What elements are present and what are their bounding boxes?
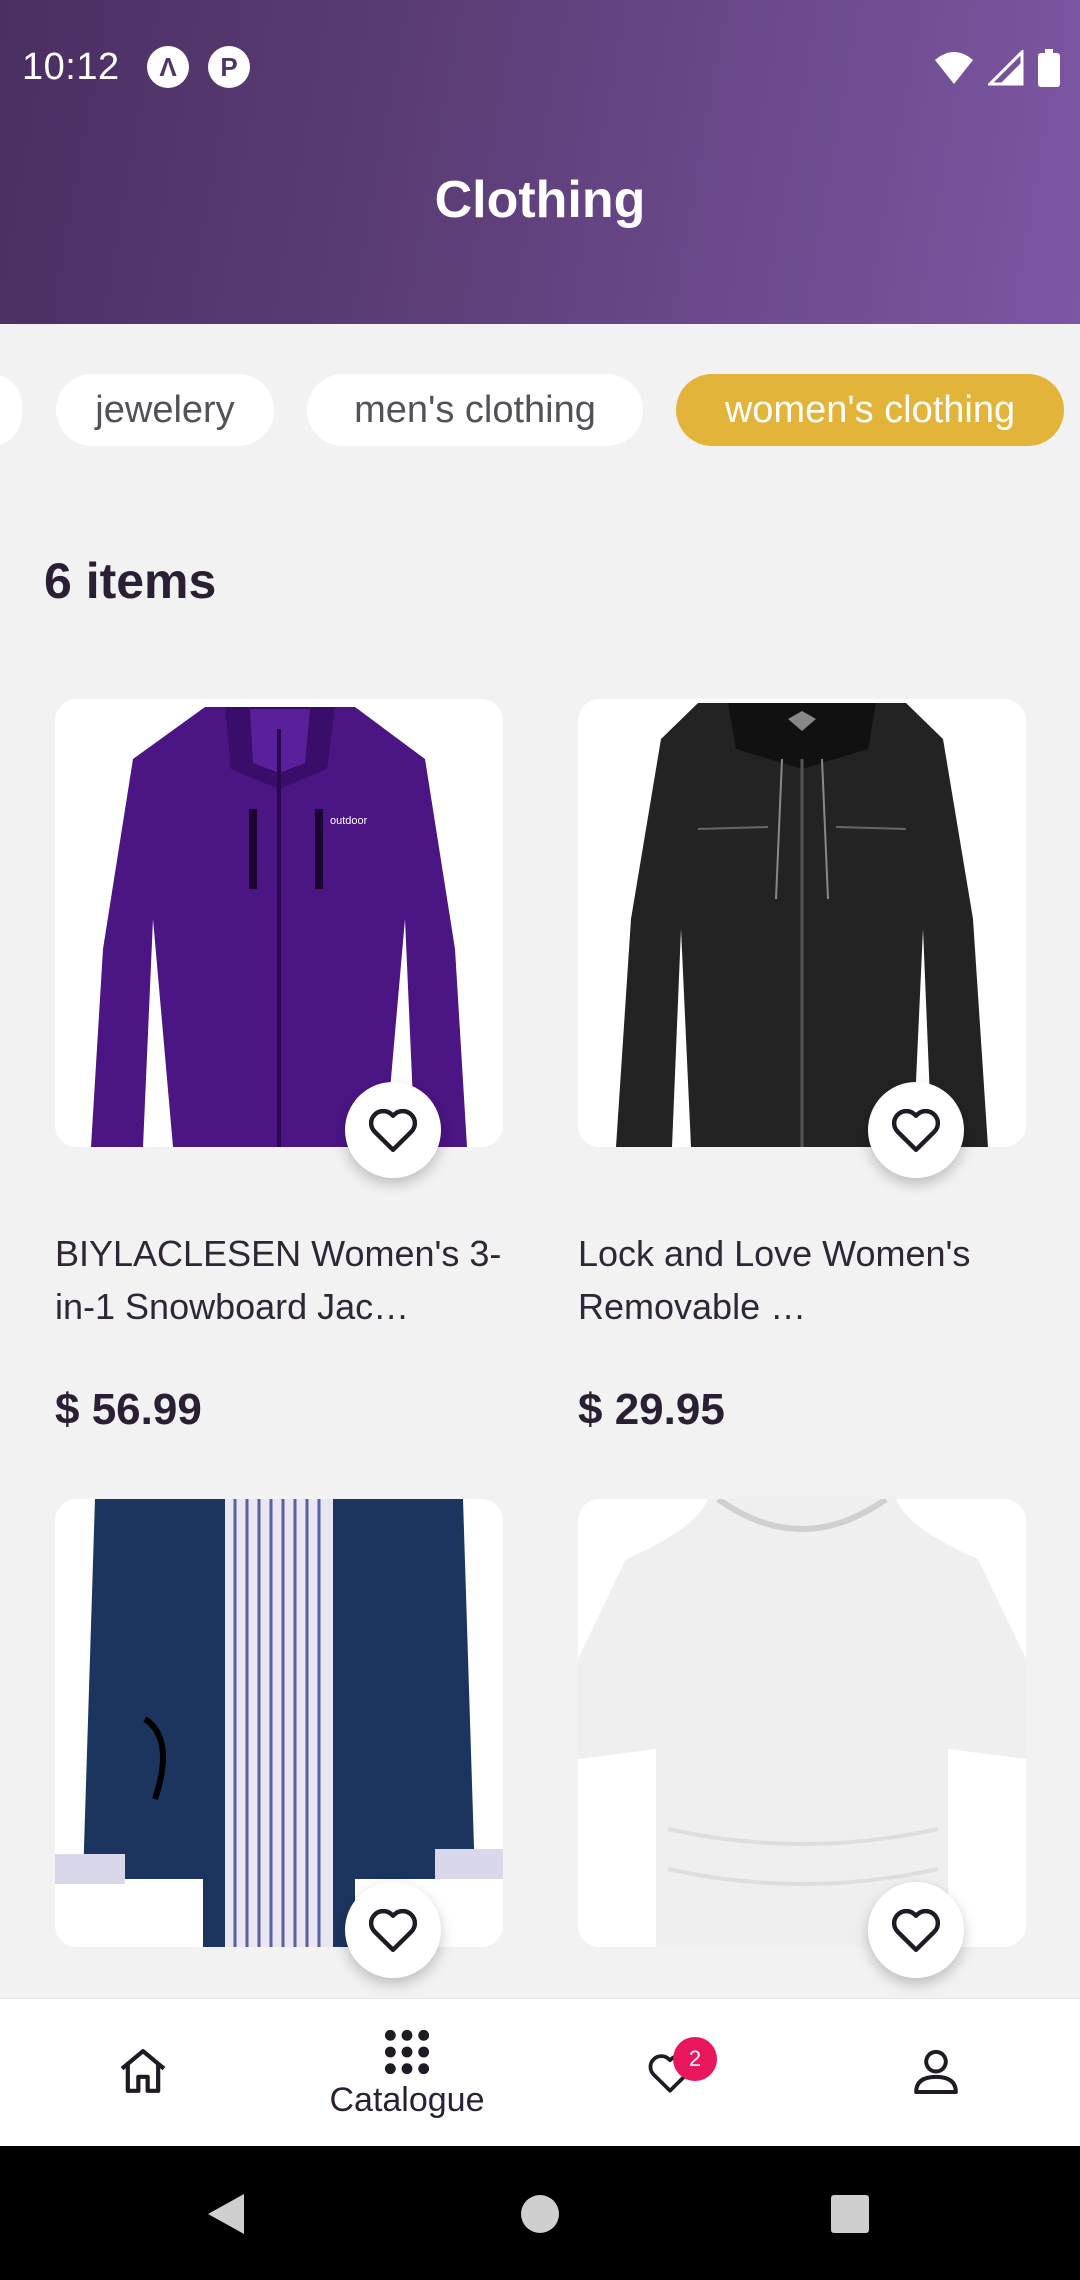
category-chip-womens-clothing-selected[interactable]: women's clothing	[676, 374, 1064, 446]
page-title: Clothing	[434, 171, 646, 229]
category-chip-mens-clothing[interactable]: men's clothing	[307, 374, 643, 446]
back-triangle-icon	[208, 2194, 244, 2234]
system-recents-button[interactable]	[810, 2174, 890, 2254]
product-image[interactable]	[55, 1499, 503, 1947]
cellular-signal-icon	[988, 50, 1024, 86]
product-name[interactable]: Lock and Love Women's Removable …	[578, 1227, 1026, 1333]
nav-favorites[interactable]: 2	[570, 1999, 770, 2147]
category-chip-list[interactable]: jewelery men's clothing women's clothing	[0, 374, 1080, 446]
results-count: 6 items	[44, 553, 217, 609]
category-chip-jewelery[interactable]: jewelery	[56, 374, 274, 446]
status-bar: 10:12 Λ P	[0, 0, 1080, 140]
battery-icon	[1038, 49, 1060, 87]
heart-outline-icon	[891, 1908, 941, 1953]
system-back-button[interactable]	[186, 2174, 266, 2254]
category-chip[interactable]	[0, 374, 22, 446]
product-image[interactable]: outdoor	[55, 699, 503, 1147]
system-navigation-bar	[0, 2146, 1080, 2280]
app-header: 10:12 Λ P Clothing	[0, 0, 1080, 324]
status-time: 10:12	[22, 46, 120, 88]
system-home-button[interactable]	[500, 2174, 580, 2254]
favorite-button[interactable]	[868, 1882, 964, 1978]
nav-profile[interactable]	[836, 1999, 1036, 2147]
nav-home[interactable]	[43, 1999, 243, 2147]
bottom-navigation: Catalogue 2	[0, 1998, 1080, 2146]
nav-catalogue-label: Catalogue	[329, 2080, 485, 2119]
purple-jacket-image: outdoor	[55, 699, 503, 1147]
heart-outline-icon	[368, 1908, 418, 1953]
white-top-image	[578, 1499, 1026, 1947]
heart-outline-icon	[368, 1108, 418, 1153]
favorite-button[interactable]	[868, 1082, 964, 1178]
product-name[interactable]: BIYLACLESEN Women's 3-in-1 Snowboard Jac…	[55, 1227, 503, 1333]
black-leather-jacket-image	[578, 699, 1026, 1147]
favorite-button[interactable]	[345, 1082, 441, 1178]
navy-jacket-image	[55, 1499, 503, 1947]
home-circle-icon	[521, 2195, 559, 2233]
favorite-button[interactable]	[345, 1882, 441, 1978]
user-icon	[914, 2049, 958, 2094]
recents-square-icon	[831, 2195, 869, 2233]
svg-text:outdoor: outdoor	[330, 815, 368, 827]
favorites-count-badge: 2	[673, 2037, 717, 2081]
notification-app-icon: Λ	[147, 46, 189, 88]
product-price: $ 29.95	[578, 1385, 725, 1434]
grid-dots-icon	[384, 2029, 430, 2074]
home-icon	[120, 2049, 166, 2093]
notification-app-icon: P	[208, 46, 250, 88]
product-image[interactable]	[578, 1499, 1026, 1947]
product-image[interactable]	[578, 699, 1026, 1147]
heart-outline-icon	[891, 1108, 941, 1153]
wifi-icon	[935, 52, 973, 84]
product-price: $ 56.99	[55, 1385, 202, 1434]
nav-catalogue[interactable]: Catalogue	[307, 1999, 507, 2147]
status-indicators	[934, 48, 1060, 88]
